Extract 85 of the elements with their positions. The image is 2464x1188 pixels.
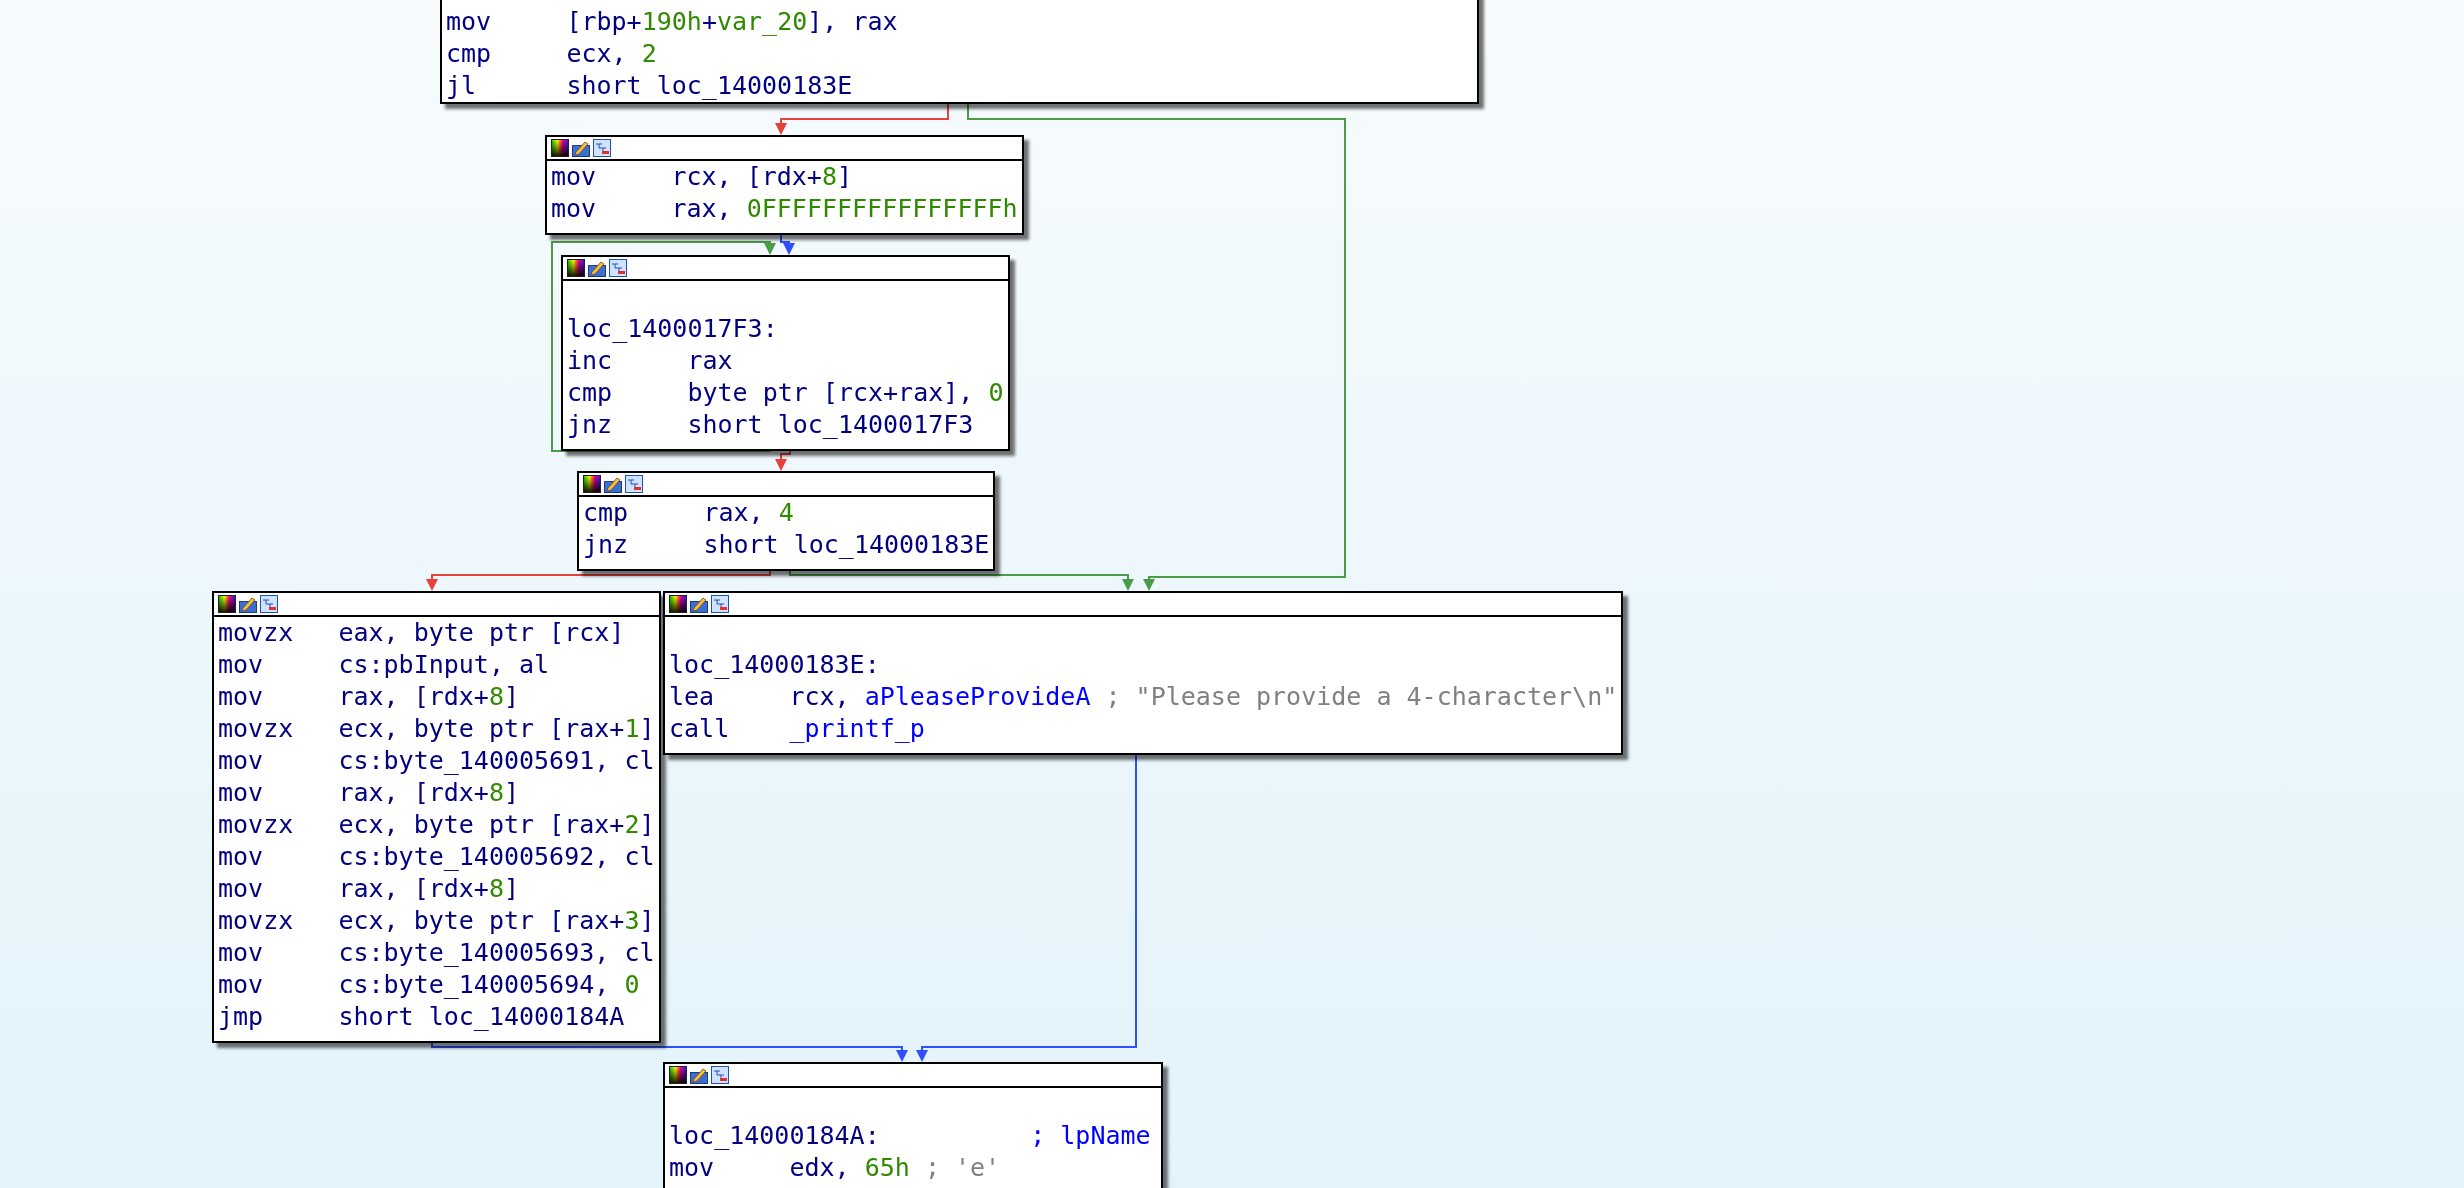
pencil-icon[interactable]: [690, 595, 708, 613]
instruction-mnemonic: jl: [446, 70, 477, 102]
instruction-mnemonic: mov: [551, 161, 597, 193]
instruction-mnemonic: call: [669, 713, 730, 745]
instruction-mnemonic: cmp: [583, 497, 629, 529]
connector-arrow: [896, 1046, 908, 1062]
instruction-operands: byte ptr [rcx+rax], 0: [687, 377, 1004, 409]
instruction-mnemonic: mov: [218, 681, 264, 713]
instruction-mnemonic: mov: [218, 937, 264, 969]
instruction-operands: short loc_14000183E: [566, 70, 853, 102]
pencil-icon[interactable]: [239, 595, 257, 613]
instruction-mnemonic: cmp: [446, 38, 492, 70]
connector-arrow: [783, 241, 795, 255]
instruction-operands: ecx, byte ptr [rax+1]: [338, 713, 655, 745]
graph-window-icon[interactable]: [711, 1066, 729, 1084]
instruction-mnemonic: mov: [218, 777, 264, 809]
code-comment: ; "Please provide a 4-character\n": [1105, 681, 1618, 713]
instruction-operands: rax, [rdx+8]: [338, 777, 520, 809]
instruction-operands: cs:byte_140005694, 0: [338, 969, 640, 1001]
instruction-mnemonic: movzx: [218, 809, 294, 841]
instruction-operands: ecx, byte ptr [rax+3]: [338, 905, 655, 937]
color-square-icon[interactable]: [583, 475, 601, 493]
instruction-operands: cs:pbInput, al: [338, 649, 550, 681]
instruction-mnemonic: jmp: [218, 1001, 264, 1033]
instruction-operands: short loc_14000184A: [338, 1001, 625, 1033]
instruction-mnemonic: mov: [218, 969, 264, 1001]
graph-window-icon[interactable]: [625, 475, 643, 493]
instruction-operands: ecx, 2: [566, 38, 657, 70]
instruction-mnemonic: jnz: [583, 529, 629, 561]
instruction-operands: rcx, [rdx+8]: [671, 161, 853, 193]
connector-arrow: [775, 118, 787, 135]
instruction-mnemonic: lea: [669, 681, 715, 713]
color-square-icon[interactable]: [669, 595, 687, 613]
connector-arrow: [775, 453, 787, 471]
instruction-mnemonic: movzx: [218, 617, 294, 649]
pencil-icon[interactable]: [572, 139, 590, 157]
instruction-mnemonic: jnz: [567, 409, 613, 441]
color-square-icon[interactable]: [551, 139, 569, 157]
instruction-operands: cs:byte_140005692, cl: [338, 841, 655, 873]
instruction-mnemonic: mov: [551, 193, 597, 225]
pencil-icon[interactable]: [690, 1066, 708, 1084]
connector-arrow: [1143, 576, 1155, 591]
code-label: loc_1400017F3:: [567, 313, 778, 345]
instruction-mnemonic: mov: [218, 649, 264, 681]
instruction-operands: [rbp+190h+var_20], rax: [566, 6, 898, 38]
instruction-mnemonic: movzx: [218, 713, 294, 745]
code-comment: ; lpName: [1030, 1120, 1151, 1152]
graph-window-icon[interactable]: [711, 595, 729, 613]
instruction-mnemonic: mov: [218, 745, 264, 777]
instruction-operands: edx, 65h: [789, 1152, 910, 1184]
instruction-operands: rax, [rdx+8]: [338, 873, 520, 905]
connector-arrow: [1122, 574, 1134, 591]
instruction-mnemonic: inc: [567, 345, 613, 377]
instruction-operands: rax: [687, 345, 733, 377]
instruction-operands: cs:byte_140005693, cl: [338, 937, 655, 969]
instruction-operands: ecx, byte ptr [rax+2]: [338, 809, 655, 841]
instruction-mnemonic: movzx: [218, 905, 294, 937]
instruction-mnemonic: mov: [446, 6, 492, 38]
color-square-icon[interactable]: [669, 1066, 687, 1084]
connector-arrow: [916, 1046, 928, 1062]
instruction-operands: _printf_p: [789, 713, 925, 745]
code-comment: ; 'e': [924, 1152, 1001, 1184]
connector-arrow: [764, 241, 776, 255]
code-label: loc_14000184A:: [669, 1120, 880, 1152]
code-label: loc_14000183E:: [669, 649, 880, 681]
graph-window-icon[interactable]: [593, 139, 611, 157]
pencil-icon[interactable]: [604, 475, 622, 493]
instruction-operands: rcx, aPleaseProvideA: [789, 681, 1091, 713]
pencil-icon[interactable]: [588, 259, 606, 277]
instruction-operands: short loc_14000183E: [703, 529, 990, 561]
instruction-mnemonic: mov: [218, 873, 264, 905]
instruction-operands: rax, [rdx+8]: [338, 681, 520, 713]
instruction-operands: cs:byte_140005691, cl: [338, 745, 655, 777]
instruction-mnemonic: cmp: [567, 377, 613, 409]
color-square-icon[interactable]: [218, 595, 236, 613]
graph-window-icon[interactable]: [260, 595, 278, 613]
color-square-icon[interactable]: [567, 259, 585, 277]
instruction-operands: rax, 0FFFFFFFFFFFFFFFFh: [671, 193, 1018, 225]
instruction-mnemonic: mov: [669, 1152, 715, 1184]
instruction-mnemonic: mov: [218, 841, 264, 873]
instruction-operands: rax, 4: [703, 497, 794, 529]
connector-arrow: [426, 574, 438, 591]
graph-window-icon[interactable]: [609, 259, 627, 277]
instruction-operands: eax, byte ptr [rcx]: [338, 617, 625, 649]
instruction-operands: short loc_1400017F3: [687, 409, 974, 441]
